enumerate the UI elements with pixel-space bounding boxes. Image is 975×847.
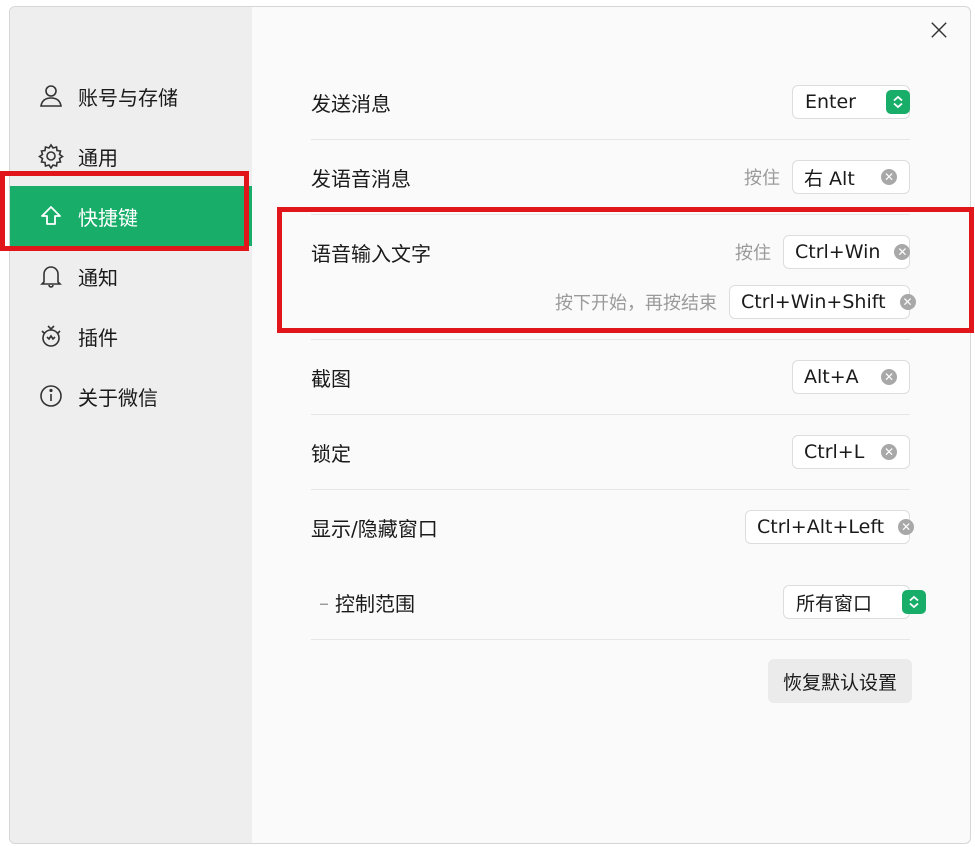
sidebar-item-label: 快捷键	[78, 205, 138, 230]
sidebar-item-label: 通知	[78, 265, 118, 290]
sidebar-item-shortcuts[interactable]: 快捷键	[10, 186, 252, 246]
row-label: 发语音消息	[311, 167, 411, 191]
sidebar-item-about[interactable]: 关于微信	[10, 366, 252, 426]
shortcut-row-voice-message: 发语音消息 按住 右 Alt ✕	[311, 140, 910, 215]
gear-icon	[36, 141, 66, 171]
row-label: 锁定	[311, 442, 351, 466]
chevron-updown-icon	[902, 590, 927, 614]
sidebar-item-label: 关于微信	[78, 385, 158, 410]
key-value: Ctrl+Win	[795, 241, 881, 263]
select-value: 所有窗口	[796, 592, 873, 615]
sidebar-item-notifications[interactable]: 通知	[10, 246, 252, 306]
indent-dash: –	[319, 590, 329, 615]
hint-text: 按住	[735, 243, 771, 264]
shortcut-row-lock: 锁定 Ctrl+L ✕	[311, 415, 910, 490]
lock-key-field[interactable]: Ctrl+L ✕	[792, 435, 910, 469]
plugin-icon	[36, 321, 66, 351]
sidebar-item-general[interactable]: 通用	[10, 126, 252, 186]
shortcut-row-voice-to-text: 语音输入文字 按住 Ctrl+Win ✕ 按下开始，再按结束 Ctrl+Win+…	[311, 215, 916, 340]
control-scope-select[interactable]: 所有窗口	[783, 585, 927, 619]
row-label: 显示/隐藏窗口	[311, 517, 438, 541]
voice-message-key-field[interactable]: 右 Alt ✕	[792, 160, 910, 194]
key-value: Ctrl+L	[804, 441, 865, 463]
sidebar-item-label: 插件	[78, 325, 118, 350]
close-icon	[931, 22, 947, 38]
hint-text: 按下开始，再按结束	[555, 293, 717, 314]
row-label: 发送消息	[311, 92, 391, 116]
send-message-select[interactable]: Enter	[792, 85, 910, 119]
key-value: Alt+A	[804, 366, 859, 388]
row-label: – 控制范围	[311, 565, 415, 640]
key-value: Ctrl+Alt+Left	[757, 516, 885, 538]
sidebar-item-label: 账号与存储	[78, 85, 178, 110]
key-value: 右 Alt	[804, 167, 855, 190]
sidebar: 账号与存储 通用 快捷键 通知 插件 关于微信	[10, 7, 252, 843]
screenshot-key-field[interactable]: Alt+A ✕	[792, 360, 910, 394]
row-label-text: 控制范围	[335, 592, 415, 616]
clear-icon[interactable]: ✕	[881, 169, 897, 185]
shortcut-row-toggle-window: 显示/隐藏窗口 Ctrl+Alt+Left ✕	[311, 490, 915, 565]
clear-icon[interactable]: ✕	[881, 369, 897, 385]
bell-icon	[36, 261, 66, 291]
arrow-up-icon	[36, 201, 66, 231]
clear-icon[interactable]: ✕	[898, 519, 915, 535]
toggle-window-key-field[interactable]: Ctrl+Alt+Left ✕	[745, 510, 915, 544]
voice-to-text-toggle-key-field[interactable]: Ctrl+Win+Shift ✕	[729, 285, 916, 319]
shortcut-row-send-message: 发送消息 Enter	[311, 65, 910, 140]
key-value: Ctrl+Win+Shift	[741, 291, 886, 313]
voice-to-text-hold-key-field[interactable]: Ctrl+Win ✕	[783, 235, 911, 269]
shortcut-row-control-scope: – 控制范围 所有窗口	[311, 565, 927, 640]
sidebar-item-label: 通用	[78, 145, 118, 170]
info-icon	[36, 381, 66, 411]
hint-text: 按住	[744, 168, 780, 189]
row-label: 语音输入文字	[311, 242, 431, 266]
close-button[interactable]	[926, 17, 952, 43]
sidebar-item-plugins[interactable]: 插件	[10, 306, 252, 366]
clear-icon[interactable]: ✕	[899, 294, 916, 310]
row-label: 截图	[311, 367, 351, 391]
clear-icon[interactable]: ✕	[881, 444, 897, 460]
sidebar-item-account-storage[interactable]: 账号与存储	[10, 66, 252, 126]
select-value: Enter	[805, 91, 856, 113]
chevron-updown-icon	[886, 90, 910, 114]
user-icon	[36, 81, 66, 111]
clear-icon[interactable]: ✕	[894, 244, 911, 260]
reset-defaults-button[interactable]: 恢复默认设置	[768, 659, 912, 703]
settings-window: 账号与存储 通用 快捷键 通知 插件 关于微信 发送消息 Enter 发语音消息…	[9, 6, 971, 844]
shortcut-row-screenshot: 截图 Alt+A ✕	[311, 340, 910, 415]
